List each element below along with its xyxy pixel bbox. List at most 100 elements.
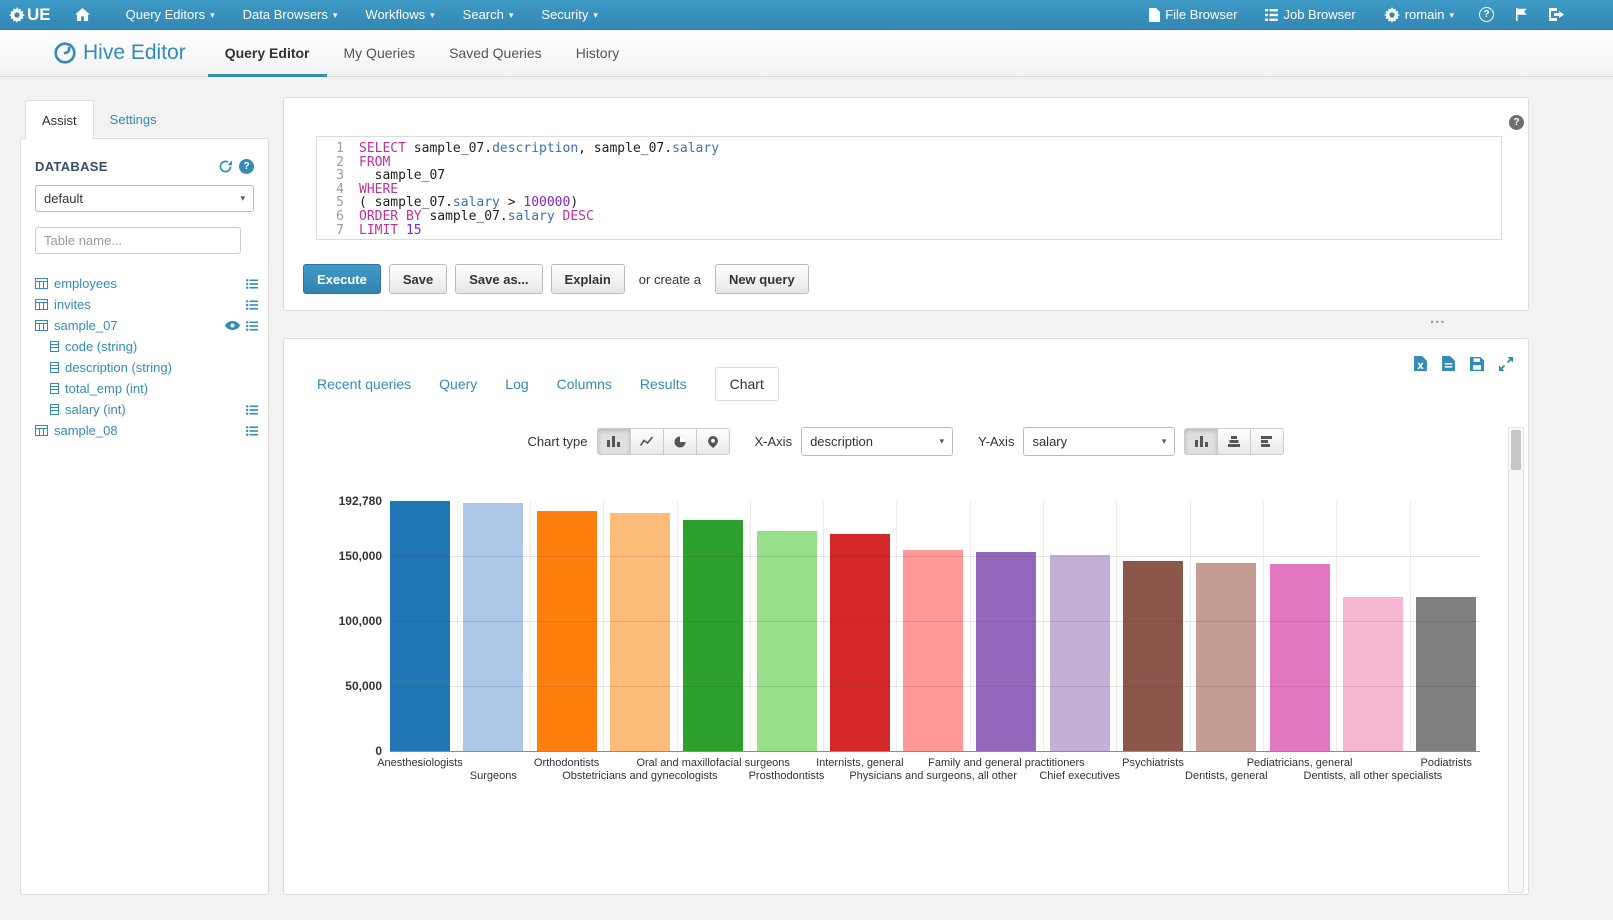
table-sample-07[interactable]: sample_07 xyxy=(35,315,258,336)
grid-line-vertical xyxy=(1043,501,1044,751)
nav-query-editors[interactable]: Query Editors▾ xyxy=(112,0,229,30)
nav-data-browsers[interactable]: Data Browsers▾ xyxy=(229,0,352,30)
help-icon: ? xyxy=(1479,7,1494,22)
refresh-icon[interactable] xyxy=(219,160,232,173)
sql-code: SELECT sample_07.description, sample_07.… xyxy=(351,137,719,239)
nav-job-browser[interactable]: Job Browser xyxy=(1251,0,1369,30)
nav-logout-button[interactable] xyxy=(1538,0,1575,30)
hue-logo[interactable]: UE xyxy=(0,5,61,25)
table-sample-08[interactable]: sample_08 xyxy=(35,420,258,441)
database-select[interactable]: default ▾ xyxy=(35,185,254,212)
expand-results-icon[interactable] xyxy=(1499,356,1513,371)
download-xls-icon[interactable] xyxy=(1414,356,1427,371)
show-sample-icon[interactable] xyxy=(246,426,258,436)
new-query-button[interactable]: New query xyxy=(715,264,809,294)
assist-help-icon[interactable]: ? xyxy=(239,159,254,174)
chart-type-group xyxy=(597,428,730,455)
results-tab-log[interactable]: Log xyxy=(505,376,528,392)
tab-query-editor[interactable]: Query Editor xyxy=(208,30,327,77)
bar-anesthesiologists[interactable] xyxy=(390,501,450,751)
tab-history[interactable]: History xyxy=(559,30,637,77)
bar-dentists-general[interactable] xyxy=(1196,563,1256,751)
column-total-emp-int[interactable]: total_emp (int) xyxy=(35,378,258,399)
column-description-string[interactable]: description (string) xyxy=(35,357,258,378)
bar-physicians-and-surgeons-all-other[interactable] xyxy=(903,550,963,751)
page-title[interactable]: Hive Editor xyxy=(83,41,186,65)
chevron-down-icon: ▾ xyxy=(1449,10,1454,21)
table-name: sample_07 xyxy=(54,318,118,333)
explain-button[interactable]: Explain xyxy=(551,264,625,294)
show-sample-icon[interactable] xyxy=(246,279,258,289)
column-icon xyxy=(50,383,59,394)
tab-my-queries[interactable]: My Queries xyxy=(327,30,433,77)
hive-editor-icon xyxy=(54,42,76,64)
save-results-icon[interactable] xyxy=(1470,356,1484,371)
chevron-down-icon: ▾ xyxy=(1162,436,1167,447)
show-sample-icon[interactable] xyxy=(246,321,258,331)
y-axis-select[interactable]: salary ▾ xyxy=(1023,427,1175,456)
table-icon xyxy=(35,320,48,331)
column-salary-int[interactable]: salary (int) xyxy=(35,399,258,420)
nav-search[interactable]: Search▾ xyxy=(449,0,528,30)
editor-help-icon[interactable]: ? xyxy=(1509,115,1524,130)
app-header: Hive Editor Query EditorMy QueriesSaved … xyxy=(0,30,1613,77)
line-button[interactable] xyxy=(630,428,664,455)
pie-button[interactable] xyxy=(663,428,697,455)
nav-home[interactable] xyxy=(61,0,104,30)
column-name: code (string) xyxy=(65,339,137,354)
bar-internists-general[interactable] xyxy=(830,534,890,751)
results-tab-chart[interactable]: Chart xyxy=(715,367,779,401)
download-csv-icon[interactable] xyxy=(1442,356,1455,371)
tab-assist[interactable]: Assist xyxy=(25,100,94,139)
table-invites[interactable]: invites xyxy=(35,294,258,315)
results-tab-columns[interactable]: Columns xyxy=(557,376,612,392)
nav-security[interactable]: Security▾ xyxy=(527,0,612,30)
stacked-bars-button[interactable] xyxy=(1217,428,1251,455)
bar-obstetricians-and-gynecologists[interactable] xyxy=(610,513,670,751)
bar-oral-and-maxillofacial-surgeons[interactable] xyxy=(683,520,743,751)
table-employees[interactable]: employees xyxy=(35,273,258,294)
bar-pediatricians-general[interactable] xyxy=(1270,564,1330,751)
show-sample-icon[interactable] xyxy=(246,300,258,310)
panel-resize-handle[interactable]: ... xyxy=(1430,310,1446,327)
column-code-string[interactable]: code (string) xyxy=(35,336,258,357)
bar-psychiatrists[interactable] xyxy=(1123,561,1183,751)
horizontal-bars-button[interactable] xyxy=(1250,428,1284,455)
show-sample-icon[interactable] xyxy=(246,405,258,415)
database-select-value: default xyxy=(44,191,83,206)
y-axis-tick-label: 50,000 xyxy=(284,679,382,693)
preview-eye-icon[interactable] xyxy=(225,321,240,330)
nav-file-browser[interactable]: File Browser xyxy=(1135,0,1251,30)
results-tab-query[interactable]: Query xyxy=(439,376,477,392)
save-button[interactable]: Save xyxy=(389,264,447,294)
map-button[interactable] xyxy=(696,428,730,455)
hue-logo-text: UE xyxy=(27,5,51,25)
nav-help-button[interactable]: ? xyxy=(1468,0,1505,30)
chevron-down-icon: ▾ xyxy=(240,193,245,204)
bar-dentists-all-other-specialists[interactable] xyxy=(1343,597,1403,751)
nav-romain[interactable]: romain▾ xyxy=(1370,0,1468,30)
bar-orientation-group xyxy=(1184,428,1284,455)
bar-surgeons[interactable] xyxy=(463,503,523,751)
save-as-button[interactable]: Save as... xyxy=(455,264,542,294)
results-tab-recent-queries[interactable]: Recent queries xyxy=(317,376,411,392)
bar-podiatrists[interactable] xyxy=(1416,597,1476,751)
code-line: SELECT sample_07.description, sample_07.… xyxy=(359,142,719,156)
table-filter-input[interactable] xyxy=(35,227,241,254)
nav-workflows[interactable]: Workflows▾ xyxy=(351,0,448,30)
chevron-down-icon: ▾ xyxy=(593,10,598,21)
execute-button[interactable]: Execute xyxy=(303,264,381,294)
grouped-bars-button[interactable] xyxy=(1184,428,1218,455)
nav-feedback-button[interactable] xyxy=(1505,0,1538,30)
bar-family-and-general-practitioners[interactable] xyxy=(976,552,1036,751)
x-axis-select[interactable]: description ▾ xyxy=(801,427,953,456)
tab-saved-queries[interactable]: Saved Queries xyxy=(432,30,559,77)
tab-settings[interactable]: Settings xyxy=(94,100,173,139)
results-scrollbar[interactable] xyxy=(1508,427,1524,893)
results-tab-results[interactable]: Results xyxy=(640,376,687,392)
sql-code-editor[interactable]: 1234567 SELECT sample_07.description, sa… xyxy=(316,136,1502,240)
bar-chief-executives[interactable] xyxy=(1050,555,1110,751)
bars-button[interactable] xyxy=(597,428,631,455)
bar-orthodontists[interactable] xyxy=(537,511,597,751)
bar-prosthodontists[interactable] xyxy=(757,531,817,751)
